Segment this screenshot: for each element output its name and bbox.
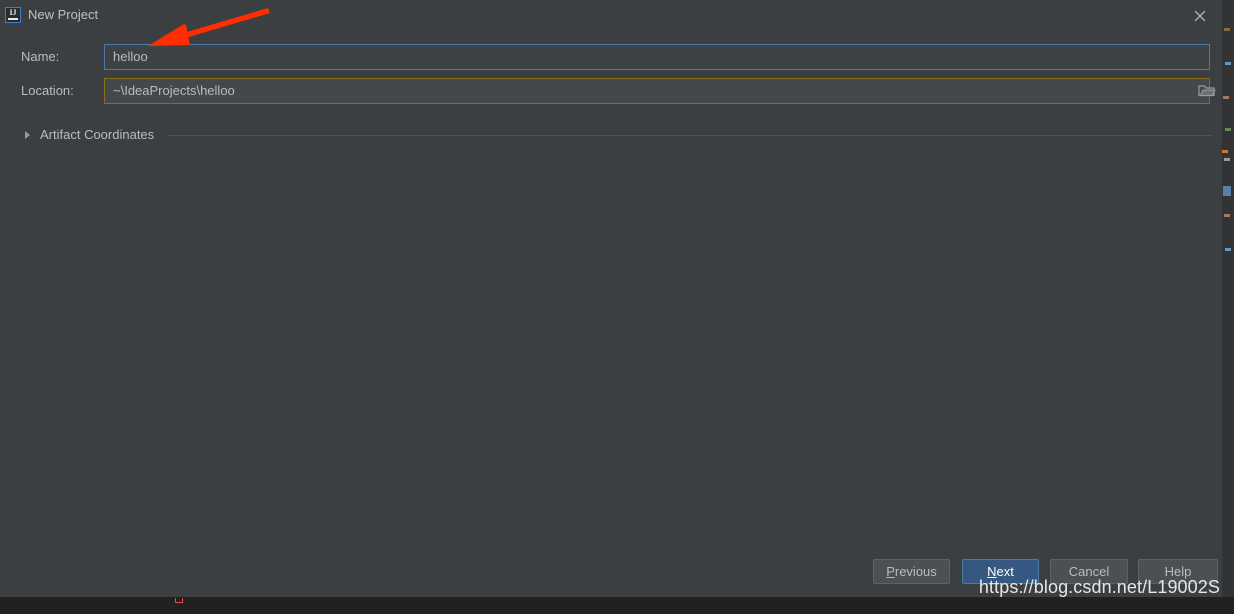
cancel-button[interactable]: Cancel	[1050, 559, 1128, 584]
location-input[interactable]: ~\IdeaProjects\helloo	[104, 78, 1210, 104]
app-icon-label: IJ	[9, 8, 17, 17]
help-button[interactable]: Help	[1138, 559, 1218, 584]
background-ide-edge	[1222, 0, 1234, 597]
previous-button[interactable]: Previous	[873, 559, 950, 584]
artifact-coordinates-label: Artifact Coordinates	[40, 127, 155, 142]
section-divider	[168, 135, 1212, 136]
name-form-row: Name: helloo	[0, 44, 1222, 70]
next-button-label: ext	[996, 564, 1014, 579]
new-project-dialog-screen: IJ New Project Name: helloo Location: ~\…	[0, 0, 1234, 614]
triangle-right-icon[interactable]	[25, 131, 30, 139]
name-input[interactable]: helloo	[104, 44, 1210, 70]
window-title: New Project	[28, 7, 99, 22]
bottom-strip	[0, 597, 1234, 614]
intellij-idea-icon: IJ	[5, 7, 21, 23]
dialog-button-bar: Previous Next Cancel Help	[0, 551, 1222, 597]
next-button[interactable]: Next	[962, 559, 1039, 584]
dialog-surface: IJ New Project Name: helloo Location: ~\…	[0, 0, 1222, 597]
close-icon[interactable]	[1190, 6, 1210, 26]
folder-icon[interactable]	[1198, 83, 1216, 98]
red-marker	[175, 598, 183, 603]
dialog-titlebar: IJ New Project	[0, 0, 1222, 30]
next-button-mnemonic: N	[987, 564, 997, 579]
location-form-row: Location: ~\IdeaProjects\helloo	[0, 78, 1222, 104]
location-label: Location:	[21, 83, 74, 98]
artifact-coordinates-section[interactable]: Artifact Coordinates	[0, 126, 1222, 144]
previous-button-label: revious	[894, 564, 937, 579]
app-icon-bar	[8, 18, 18, 20]
name-label: Name:	[21, 49, 60, 64]
previous-button-mnemonic: P	[886, 564, 895, 579]
